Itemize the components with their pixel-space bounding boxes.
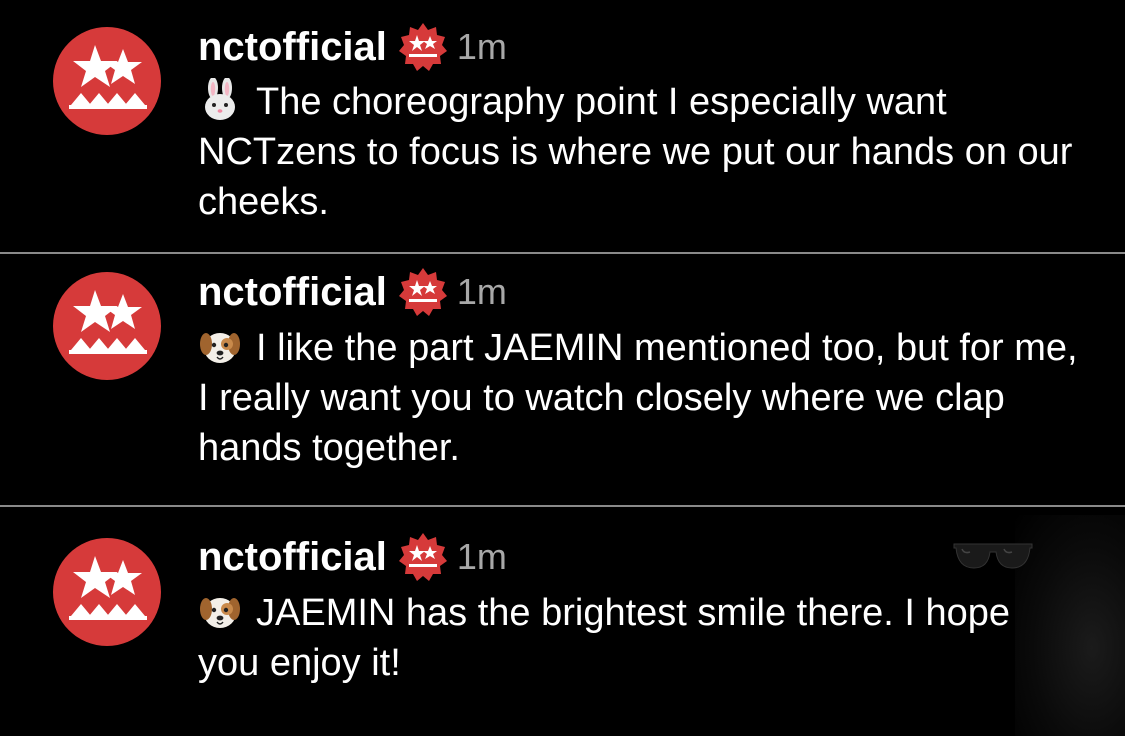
timestamp: 1m bbox=[456, 271, 507, 312]
nct-logo-icon bbox=[69, 556, 147, 620]
nct-logo-icon bbox=[69, 290, 147, 354]
comment-text-block: The choreography point I especially want… bbox=[198, 77, 1078, 227]
username[interactable]: nctofficial bbox=[198, 270, 387, 315]
username[interactable]: nctofficial bbox=[198, 25, 387, 70]
comment-text-block: I like the part JAEMIN mentioned too, bu… bbox=[198, 323, 1078, 473]
avatar[interactable] bbox=[53, 538, 161, 646]
dog-face-icon bbox=[198, 589, 242, 633]
verified-badge-icon bbox=[397, 266, 449, 318]
comment-text: The choreography point I especially want… bbox=[198, 81, 1073, 223]
comment-item: nctofficial 1m bbox=[0, 0, 1125, 252]
comment-header: nctofficial 1m bbox=[198, 264, 507, 320]
verified-badge-icon bbox=[397, 531, 449, 583]
avatar[interactable] bbox=[53, 272, 161, 380]
comment-text: JAEMIN has the brightest smile there. I … bbox=[198, 592, 1011, 684]
comment-feed: nctofficial 1m The choreography point I … bbox=[0, 0, 1125, 736]
timestamp: 1m bbox=[456, 536, 507, 577]
dog-face-icon bbox=[198, 324, 242, 368]
verified-badge-icon bbox=[397, 21, 449, 73]
comment-text: I like the part JAEMIN mentioned too, bu… bbox=[198, 327, 1078, 469]
nct-logo-icon bbox=[69, 45, 147, 109]
comment-header: nctofficial 1m bbox=[198, 19, 507, 75]
comment-header: nctofficial 1m bbox=[198, 529, 507, 585]
rabbit-face-icon bbox=[198, 77, 242, 122]
username[interactable]: nctofficial bbox=[198, 535, 387, 580]
sunglasses-icon bbox=[953, 543, 1033, 569]
avatar[interactable] bbox=[53, 27, 161, 135]
comment-item: nctofficial 1m bbox=[0, 254, 1125, 505]
timestamp: 1m bbox=[456, 26, 507, 67]
comment-text-block: JAEMIN has the brightest smile there. I … bbox=[198, 588, 1058, 688]
